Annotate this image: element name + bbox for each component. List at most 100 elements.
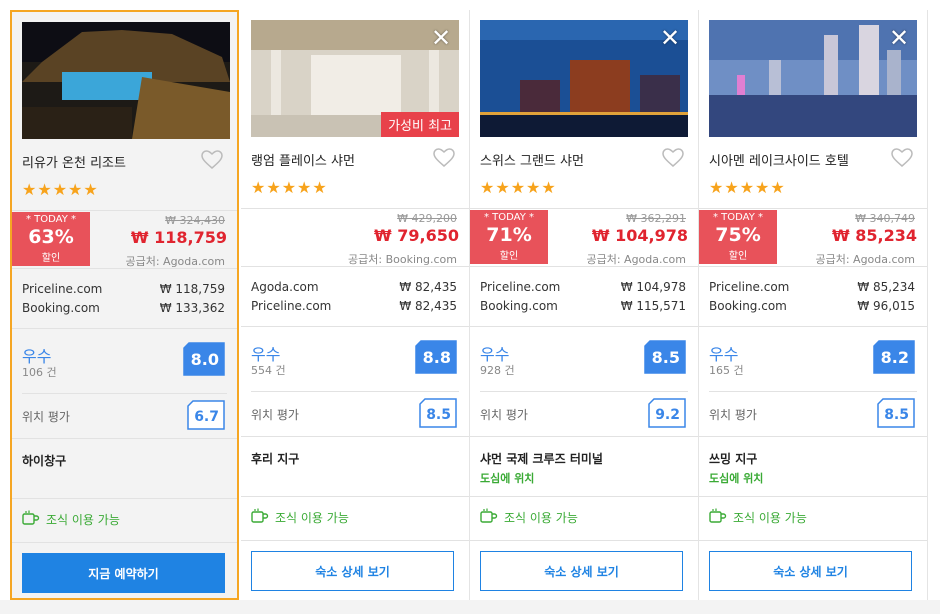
original-price: ₩ 429,200 (397, 212, 457, 225)
today-label: * TODAY * (712, 212, 764, 223)
view-details-button[interactable]: 숙소 상세 보기 (251, 551, 454, 591)
today-deal-badge: * TODAY * 75% 할인 (699, 210, 777, 264)
breakfast-info: 조식 이용 가능 (709, 508, 807, 527)
best-value-badge: 가성비 최고 (381, 112, 459, 137)
hotel-photo[interactable]: ✕ 가성비 최고 (251, 20, 459, 137)
hotel-name[interactable]: 랭엄 플레이스 샤먼 (251, 150, 355, 169)
deal-price[interactable]: ₩ 104,978 (592, 226, 688, 245)
hotel-photo[interactable]: ✕ (480, 20, 688, 137)
divider (470, 266, 698, 267)
review-score: 8.8 (415, 340, 457, 374)
location-label: 위치 평가 (251, 408, 299, 422)
review-score: 8.2 (873, 340, 915, 374)
star-rating: ★★★★★ (480, 178, 557, 197)
review-count[interactable]: 106 건 (22, 364, 57, 380)
vendor-name: Booking.com (709, 299, 787, 313)
heart-outline-icon[interactable] (662, 148, 684, 168)
discount-word: 할인 (41, 253, 61, 264)
close-icon[interactable]: ✕ (658, 26, 682, 50)
vendor-name: Agoda.com (251, 280, 319, 294)
divider (709, 391, 917, 392)
original-price: ₩ 324,430 (165, 214, 225, 227)
vendor-price-row[interactable]: Priceline.com ₩ 82,435 (251, 299, 457, 313)
coffee-cup-icon (480, 508, 498, 527)
review-count[interactable]: 165 건 (709, 362, 744, 378)
divider (241, 540, 469, 541)
divider (12, 328, 237, 329)
heart-outline-icon[interactable] (201, 150, 223, 170)
close-icon[interactable]: ✕ (429, 26, 453, 50)
vendor-price-row[interactable]: Agoda.com ₩ 82,435 (251, 280, 457, 294)
review-count[interactable]: 554 건 (251, 362, 286, 378)
divider (480, 391, 688, 392)
svg-text:8.2: 8.2 (881, 348, 909, 367)
location-label: 위치 평가 (480, 408, 528, 422)
svg-text:8.5: 8.5 (884, 407, 909, 423)
hotel-card: 리유가 온천 리조트 ★★★★★ * TODAY * 63% 할인 ₩ 324,430 ₩ … (10, 10, 239, 600)
coffee-cup-icon (22, 510, 40, 529)
city-center-note: 도심에 위치 (709, 472, 764, 485)
supplier-label: 공급처: Booking.com (348, 253, 457, 266)
divider (241, 208, 469, 209)
hotel-photo[interactable]: ✕ (709, 20, 917, 137)
divider (251, 391, 459, 392)
today-deal-badge: * TODAY * 63% 할인 (12, 212, 90, 266)
hotel-name[interactable]: 스위스 그랜드 샤먼 (480, 150, 584, 169)
divider (470, 496, 698, 497)
vendor-price-row[interactable]: Priceline.com ₩ 118,759 (22, 282, 225, 296)
coffee-cup-icon (709, 508, 727, 527)
district-name: 하이창구 (22, 454, 67, 468)
coffee-cup-icon (251, 508, 269, 527)
location-label: 위치 평가 (709, 408, 757, 422)
vendor-name: Booking.com (22, 301, 100, 315)
deal-price[interactable]: ₩ 118,759 (131, 228, 227, 247)
discount-word: 할인 (728, 251, 748, 262)
hotel-photo[interactable] (22, 22, 230, 139)
discount-percent: 75% (715, 224, 761, 246)
divider (470, 326, 698, 327)
original-price: ₩ 340,749 (855, 212, 915, 225)
vendor-price: ₩ 104,978 (620, 280, 686, 294)
vendor-price: ₩ 82,435 (399, 299, 457, 313)
vendor-price-row[interactable]: Booking.com ₩ 133,362 (22, 301, 225, 315)
deal-price[interactable]: ₩ 85,234 (832, 226, 917, 245)
book-now-button[interactable]: 지금 예약하기 (22, 553, 225, 593)
divider (241, 436, 469, 437)
vendor-price-row[interactable]: Priceline.com ₩ 85,234 (709, 280, 915, 294)
deal-price[interactable]: ₩ 79,650 (374, 226, 459, 245)
vendor-name: Priceline.com (709, 280, 790, 294)
divider (470, 208, 698, 209)
district-name: 샤먼 국제 크루즈 터미널 (480, 452, 603, 466)
svg-text:8.5: 8.5 (426, 407, 451, 423)
star-rating: ★★★★★ (22, 180, 99, 199)
review-count[interactable]: 928 건 (480, 362, 515, 378)
divider (241, 326, 469, 327)
svg-text:8.0: 8.0 (191, 350, 219, 369)
view-details-button[interactable]: 숙소 상세 보기 (709, 551, 912, 591)
hotel-card: ✕ 스위스 그랜드 샤먼 ★★★★★ * TODAY * 71% 할인 ₩ 362,291 ₩… (470, 10, 699, 600)
vendor-name: Booking.com (480, 299, 558, 313)
heart-outline-icon[interactable] (433, 148, 455, 168)
view-details-button[interactable]: 숙소 상세 보기 (480, 551, 683, 591)
star-rating: ★★★★★ (709, 178, 786, 197)
breakfast-label: 조식 이용 가능 (733, 511, 807, 525)
vendor-price-row[interactable]: Booking.com ₩ 115,571 (480, 299, 686, 313)
hotel-name[interactable]: 시아멘 레이크사이드 호텔 (709, 150, 849, 169)
close-icon[interactable]: ✕ (887, 26, 911, 50)
discount-percent: 71% (486, 224, 532, 246)
svg-text:8.8: 8.8 (423, 348, 451, 367)
breakfast-label: 조식 이용 가능 (275, 511, 349, 525)
hotel-name[interactable]: 리유가 온천 리조트 (22, 152, 126, 171)
vendor-price-row[interactable]: Booking.com ₩ 96,015 (709, 299, 915, 313)
breakfast-label: 조식 이용 가능 (504, 511, 578, 525)
vendor-price-row[interactable]: Priceline.com ₩ 104,978 (480, 280, 686, 294)
heart-outline-icon[interactable] (891, 148, 913, 168)
vendor-name: Priceline.com (251, 299, 332, 313)
breakfast-info: 조식 이용 가능 (22, 510, 120, 529)
divider (241, 266, 469, 267)
divider (699, 436, 927, 437)
district-name: 쓰밍 지구 (709, 452, 758, 466)
city-center-note: 도심에 위치 (480, 472, 535, 485)
breakfast-label: 조식 이용 가능 (46, 513, 120, 527)
location-score: 9.2 (648, 398, 686, 428)
